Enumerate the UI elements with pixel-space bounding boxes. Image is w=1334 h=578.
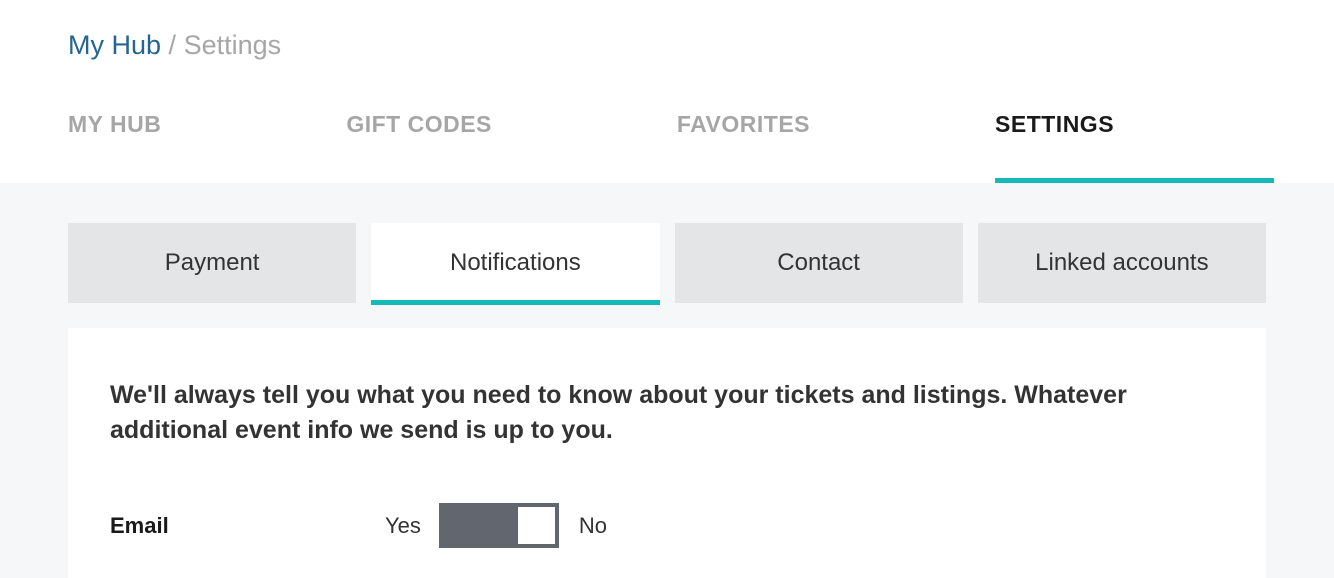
notifications-description: We'll always tell you what you need to k…	[110, 378, 1224, 448]
subtab-contact[interactable]: Contact	[675, 223, 963, 303]
tab-settings[interactable]: SETTINGS	[995, 111, 1114, 183]
sub-tabs: Payment Notifications Contact Linked acc…	[68, 223, 1266, 303]
subtab-linked-accounts[interactable]: Linked accounts	[978, 223, 1266, 303]
tab-favorites[interactable]: FAVORITES	[677, 111, 810, 183]
toggle-option-no: No	[579, 513, 607, 539]
subtab-payment[interactable]: Payment	[68, 223, 356, 303]
tab-gift-codes[interactable]: GIFT CODES	[346, 111, 492, 183]
toggle-option-yes: Yes	[385, 513, 421, 539]
email-toggle[interactable]	[439, 503, 559, 548]
subtab-notifications[interactable]: Notifications	[371, 223, 659, 303]
breadcrumb-separator: /	[169, 30, 184, 60]
notifications-card: We'll always tell you what you need to k…	[68, 328, 1266, 578]
email-label: Email	[110, 513, 385, 539]
breadcrumb: My Hub / Settings	[0, 0, 1334, 61]
main-tabs: MY HUB GIFT CODES FAVORITES SETTINGS	[0, 61, 1334, 183]
settings-area: Payment Notifications Contact Linked acc…	[0, 183, 1334, 578]
toggle-handle	[518, 507, 555, 544]
breadcrumb-current: Settings	[184, 30, 282, 60]
tab-my-hub[interactable]: MY HUB	[68, 111, 161, 183]
breadcrumb-my-hub-link[interactable]: My Hub	[68, 30, 161, 60]
email-toggle-row: Email Yes No	[110, 503, 1224, 548]
